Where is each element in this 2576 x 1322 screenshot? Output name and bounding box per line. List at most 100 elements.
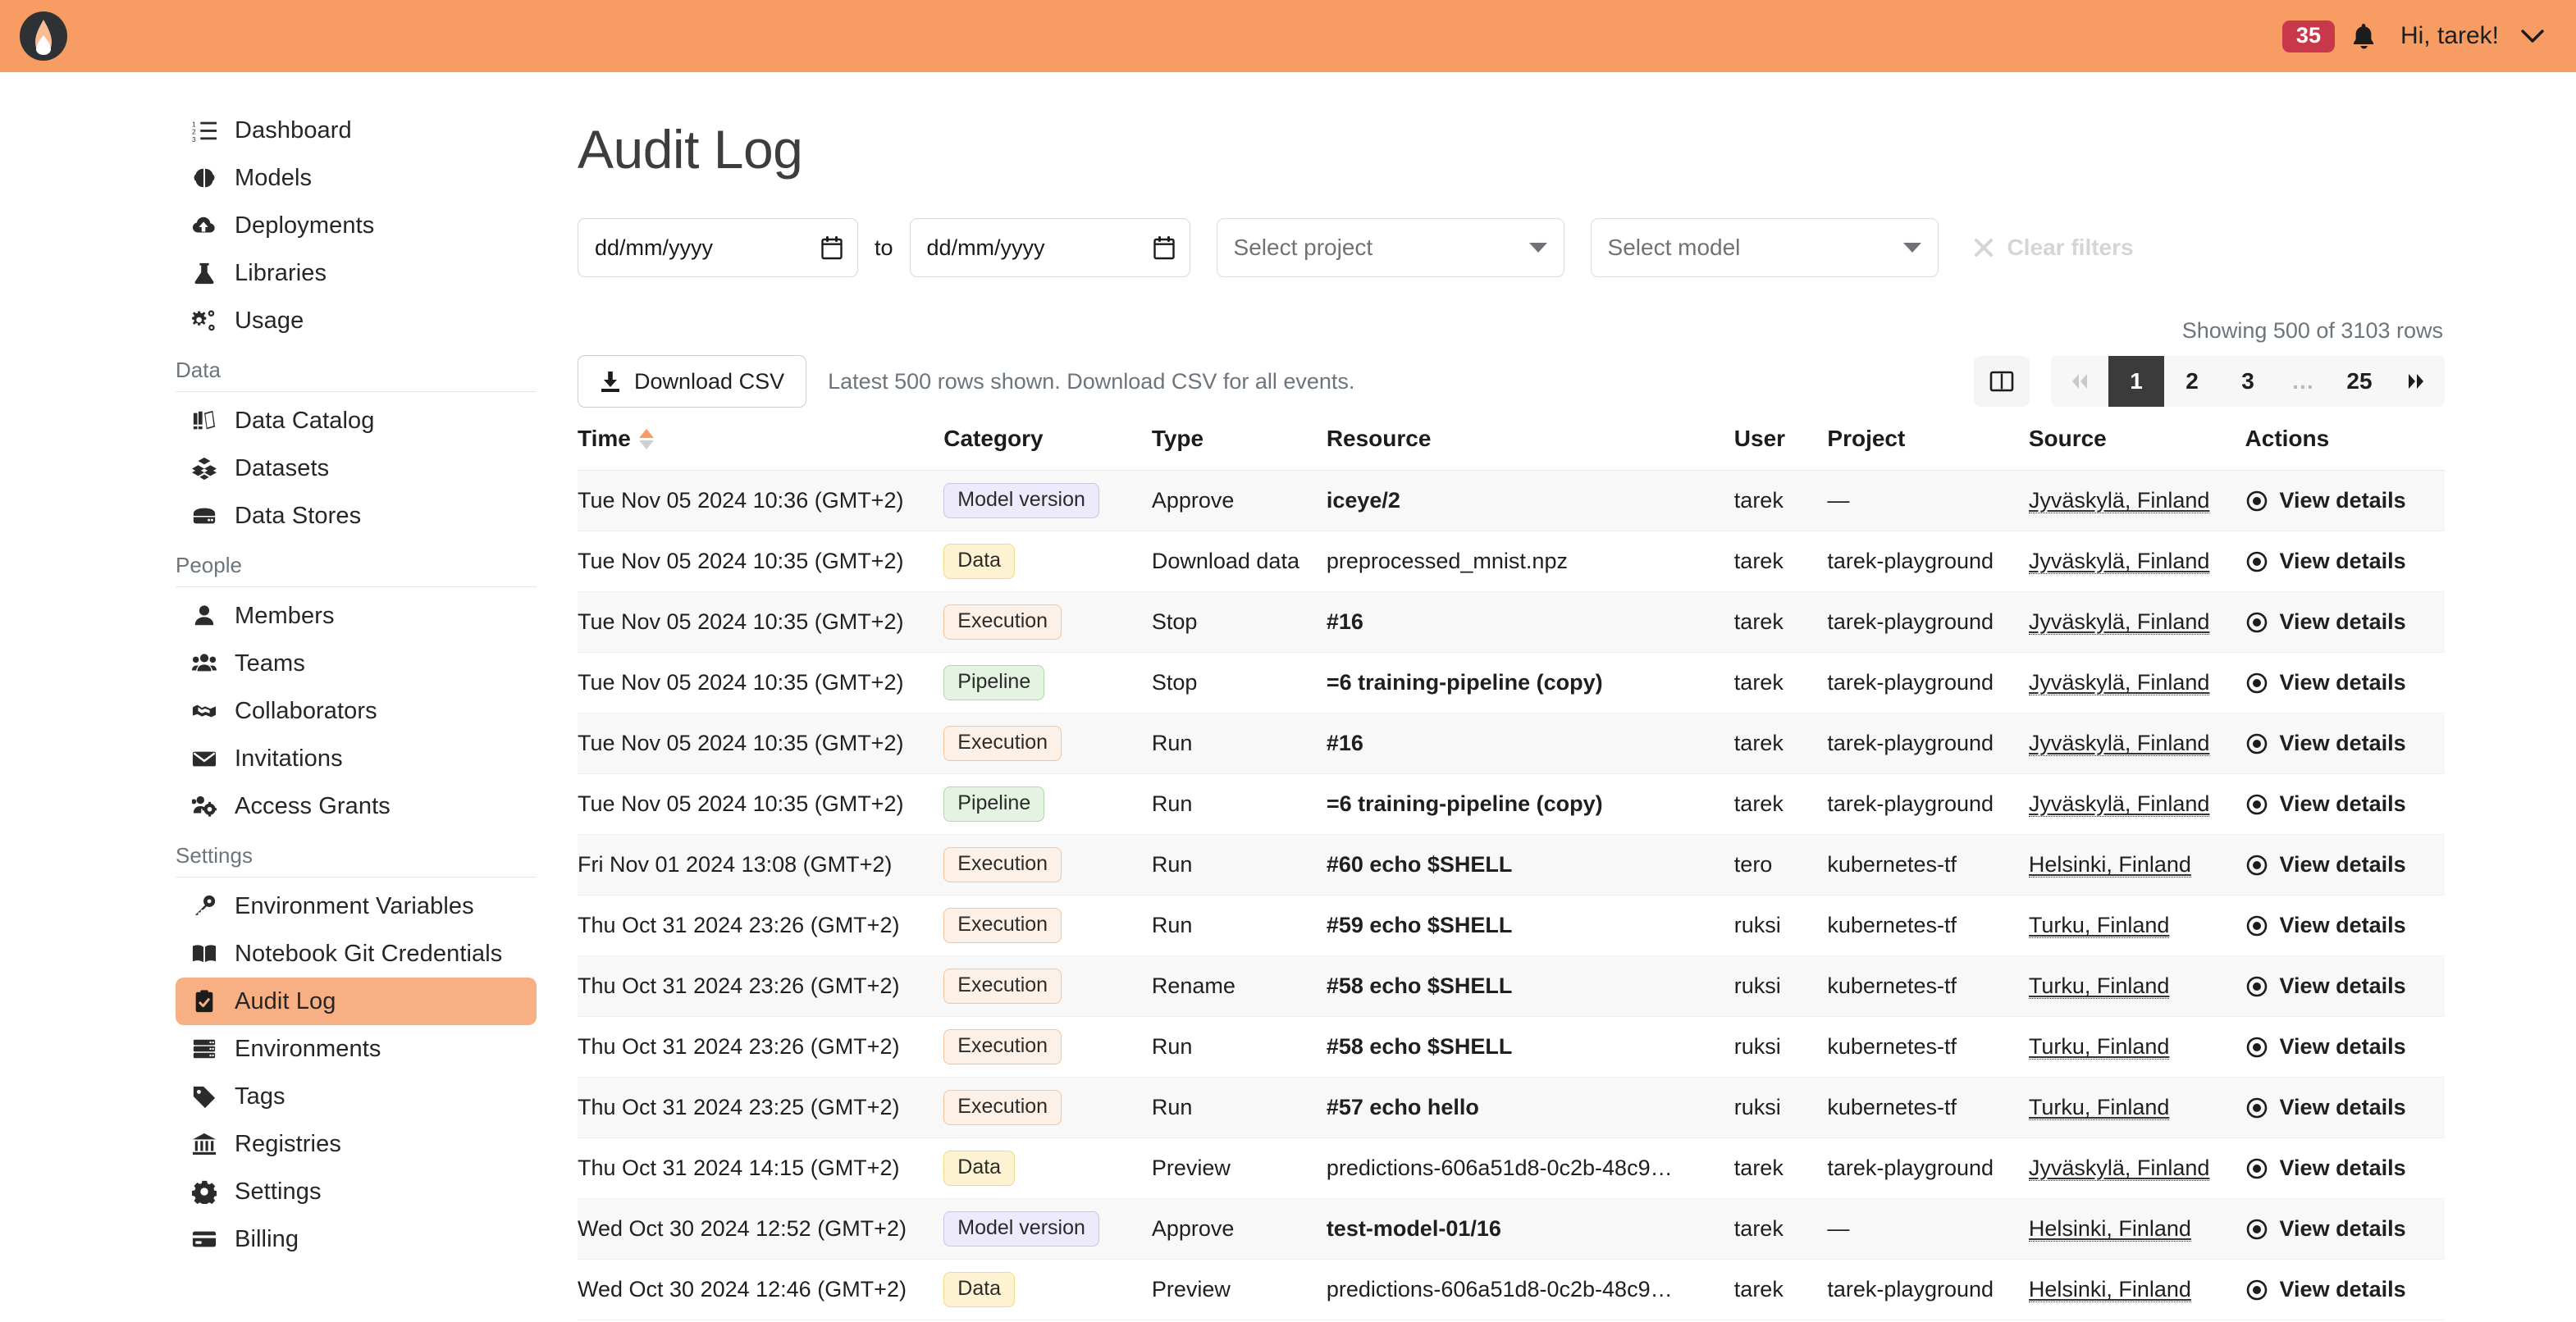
notification-count-badge[interactable]: 35 <box>2281 20 2335 52</box>
sidebar-item-invitations[interactable]: Invitations <box>176 735 537 782</box>
date-from-input[interactable]: dd/mm/yyyy <box>578 218 858 277</box>
source-location-link[interactable]: Helsinki, Finland <box>2028 1277 2191 1302</box>
page-button-25[interactable]: 25 <box>2332 356 2387 407</box>
view-details-button[interactable]: View details <box>2245 609 2445 635</box>
sidebar-item-deployments[interactable]: Deployments <box>176 202 537 249</box>
sidebar-item-collaborators[interactable]: Collaborators <box>176 687 537 735</box>
table-row[interactable]: Thu Oct 31 2024 23:26 (GMT+2) Execution Re… <box>578 955 2445 1017</box>
view-details-button[interactable]: View details <box>2245 488 2445 513</box>
clear-filters-button[interactable]: Clear filters <box>1973 235 2134 261</box>
user-greeting[interactable]: Hi, tarek! <box>2400 22 2499 50</box>
table-row[interactable]: Wed Oct 30 2024 12:46 (GMT+2) Data Preview… <box>578 1259 2445 1320</box>
sidebar-item-data-stores[interactable]: Data Stores <box>176 492 537 540</box>
sidebar-item-usage[interactable]: Usage <box>176 297 537 344</box>
view-details-button[interactable]: View details <box>2245 973 2445 999</box>
source-location-link[interactable]: Jyväskylä, Finland <box>2028 549 2210 574</box>
sort-time-control[interactable]: Time <box>578 426 654 452</box>
sidebar-item-libraries[interactable]: Libraries <box>176 249 537 297</box>
column-header-source[interactable]: Source <box>2028 426 2245 471</box>
sidebar-item-data-catalog[interactable]: Data Catalog <box>176 397 537 444</box>
table-row[interactable]: Thu Oct 31 2024 23:26 (GMT+2) Execution Ru… <box>578 1016 2445 1078</box>
cell-source: Jyväskylä, Finland <box>2028 773 2245 835</box>
source-location-link[interactable]: Turku, Finland <box>2028 913 2170 938</box>
source-location-link[interactable]: Helsinki, Finland <box>2028 852 2191 878</box>
page-button-3[interactable]: 3 <box>2220 356 2276 407</box>
sidebar-item-teams[interactable]: Teams <box>176 640 537 687</box>
calendar-icon[interactable] <box>1153 235 1175 260</box>
model-select[interactable]: Select model <box>1590 218 1939 277</box>
source-location-link[interactable]: Turku, Finland <box>2028 1034 2170 1060</box>
source-location-link[interactable]: Turku, Finland <box>2028 1095 2170 1120</box>
sidebar-item-dashboard[interactable]: 123 Dashboard <box>176 107 537 154</box>
view-details-button[interactable]: View details <box>2245 670 2445 695</box>
table-row[interactable]: Tue Nov 05 2024 10:35 (GMT+2) Pipeline Sto… <box>578 652 2445 713</box>
date-to-input[interactable]: dd/mm/yyyy <box>909 218 1190 277</box>
table-row[interactable]: Tue Nov 05 2024 10:35 (GMT+2) Data Downloa… <box>578 531 2445 592</box>
column-header-project[interactable]: Project <box>1827 426 2029 471</box>
source-location-link[interactable]: Jyväskylä, Finland <box>2028 670 2210 695</box>
source-location-link[interactable]: Jyväskylä, Finland <box>2028 488 2210 513</box>
sidebar-item-environment-variables[interactable]: Environment Variables <box>176 882 537 930</box>
eye-icon <box>2245 914 2268 937</box>
column-header-time[interactable]: Time <box>578 426 944 471</box>
view-details-button[interactable]: View details <box>2245 731 2445 756</box>
sidebar-item-members[interactable]: Members <box>176 592 537 640</box>
column-header-type[interactable]: Type <box>1151 426 1327 471</box>
table-row[interactable]: Fri Nov 01 2024 13:08 (GMT+2) Execution Ru… <box>578 834 2445 896</box>
sidebar-item-notebook-git-credentials[interactable]: Notebook Git Credentials <box>176 930 537 978</box>
cell-actions: View details <box>2245 895 2445 956</box>
source-location-link[interactable]: Helsinki, Finland <box>2028 1216 2191 1242</box>
table-row[interactable]: Tue Nov 05 2024 10:36 (GMT+2) Model versi… <box>578 470 2445 531</box>
top-bar: 35 Hi, tarek! <box>0 0 2576 72</box>
sidebar-item-models[interactable]: Models <box>176 154 537 202</box>
next-page-button[interactable] <box>2387 356 2445 407</box>
view-details-button[interactable]: View details <box>2245 1277 2445 1302</box>
table-row[interactable]: Wed Oct 30 2024 12:52 (GMT+2) Model versi… <box>578 1198 2445 1260</box>
view-details-button[interactable]: View details <box>2245 1156 2445 1181</box>
cell-source: Jyväskylä, Finland <box>2028 531 2245 592</box>
source-location-link[interactable]: Turku, Finland <box>2028 973 2170 999</box>
page-button-1[interactable]: 1 <box>2108 356 2164 407</box>
table-row[interactable]: Tue Nov 05 2024 10:35 (GMT+2) Pipeline Run… <box>578 773 2445 835</box>
flame-logo-icon[interactable] <box>18 11 69 62</box>
sidebar-item-environments[interactable]: Environments <box>176 1025 537 1073</box>
view-details-button[interactable]: View details <box>2245 1216 2445 1242</box>
column-header-category[interactable]: Category <box>943 426 1152 471</box>
column-header-user[interactable]: User <box>1733 426 1828 471</box>
table-row[interactable]: Tue Nov 05 2024 10:35 (GMT+2) Execution Ru… <box>578 713 2445 774</box>
view-details-button[interactable]: View details <box>2245 791 2445 817</box>
project-select[interactable]: Select project <box>1216 218 1564 277</box>
sidebar-item-access-grants[interactable]: Access Grants <box>176 782 537 830</box>
calendar-icon[interactable] <box>821 235 843 260</box>
source-location-link[interactable]: Jyväskylä, Finland <box>2028 1156 2210 1181</box>
sidebar-item-tags[interactable]: Tags <box>176 1073 537 1120</box>
table-row[interactable]: Thu Oct 31 2024 23:26 (GMT+2) Execution Ru… <box>578 895 2445 956</box>
sidebar-item-audit-log[interactable]: Audit Log <box>176 978 537 1025</box>
view-details-label: View details <box>2279 549 2406 573</box>
view-details-button[interactable]: View details <box>2245 1034 2445 1060</box>
view-details-button[interactable]: View details <box>2245 1095 2445 1120</box>
bell-icon[interactable] <box>2351 22 2376 50</box>
cell-time: Thu Oct 31 2024 23:26 (GMT+2) <box>578 1016 944 1078</box>
table-row[interactable]: Tue Nov 05 2024 10:35 (GMT+2) Execution St… <box>578 591 2445 653</box>
download-csv-button[interactable]: Download CSV <box>578 355 807 408</box>
sidebar-section-settings: Settings <box>176 843 537 878</box>
view-details-button[interactable]: View details <box>2245 913 2445 938</box>
sidebar-item-registries[interactable]: Registries <box>176 1120 537 1168</box>
source-location-link[interactable]: Jyväskylä, Finland <box>2028 609 2210 635</box>
column-header-resource[interactable]: Resource <box>1326 426 1734 471</box>
source-location-link[interactable]: Jyväskylä, Finland <box>2028 791 2210 817</box>
table-row[interactable]: Thu Oct 31 2024 14:15 (GMT+2) Data Preview… <box>578 1137 2445 1199</box>
cell-type: Run <box>1151 713 1327 774</box>
prev-page-button[interactable] <box>2051 356 2108 407</box>
columns-toggle-button[interactable] <box>1974 356 2030 407</box>
view-details-button[interactable]: View details <box>2245 852 2445 878</box>
sidebar-item-settings[interactable]: Settings <box>176 1168 537 1215</box>
sidebar-item-datasets[interactable]: Datasets <box>176 444 537 492</box>
sidebar-item-billing[interactable]: Billing <box>176 1215 537 1263</box>
view-details-button[interactable]: View details <box>2245 549 2445 574</box>
table-row[interactable]: Thu Oct 31 2024 23:25 (GMT+2) Execution Ru… <box>578 1077 2445 1138</box>
source-location-link[interactable]: Jyväskylä, Finland <box>2028 731 2210 756</box>
chevron-down-icon[interactable] <box>2520 28 2545 44</box>
page-button-2[interactable]: 2 <box>2164 356 2220 407</box>
